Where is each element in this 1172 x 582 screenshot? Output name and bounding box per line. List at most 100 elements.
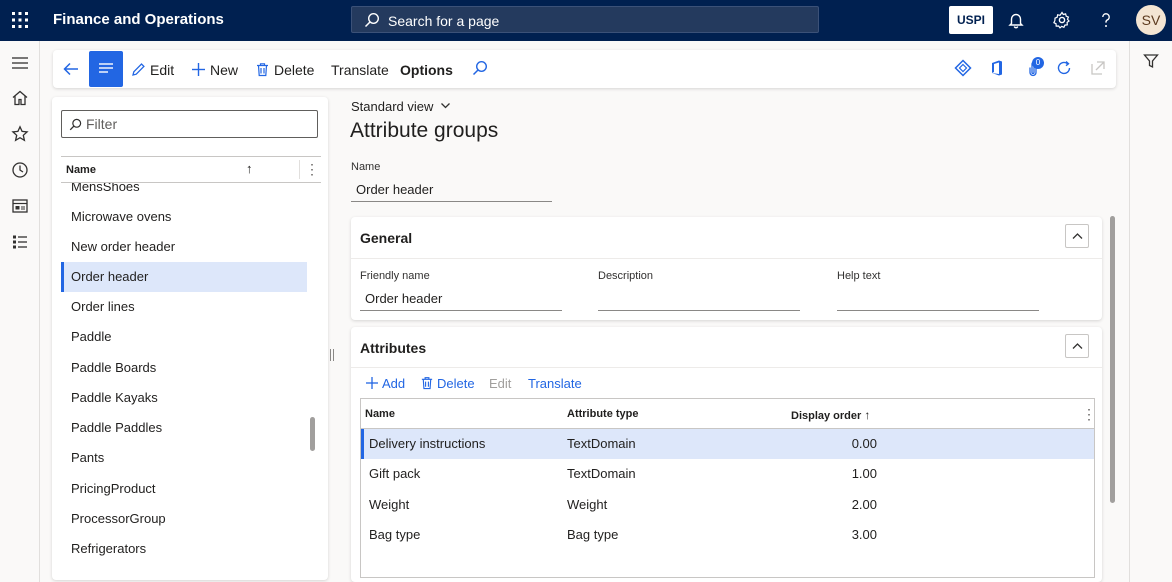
delete-attribute-button[interactable]: Delete [420,376,475,391]
global-search-box[interactable]: Search for a page [351,6,819,33]
friendly-name-field[interactable]: Order header [360,287,562,311]
list-item[interactable]: ProcessorGroup [61,504,307,534]
filter-box[interactable] [61,110,318,138]
list-item[interactable]: Refrigerators [61,534,307,564]
list-item[interactable]: Paddle Paddles [61,413,307,443]
modules-list-icon[interactable] [11,233,29,251]
name-column-header[interactable]: Name [66,164,96,176]
list-item[interactable]: Pants [61,443,307,473]
card-divider [351,258,1102,259]
sort-ascending-icon: ↑ [864,408,871,422]
hamburger-menu-icon[interactable] [11,54,29,72]
display-order-column-header[interactable]: Display order ↑ [791,408,870,422]
action-search-icon[interactable] [472,60,492,80]
list-grid-header: Name ↑ ⋮ [61,156,321,183]
list-item[interactable]: New order header [61,232,307,262]
app-launcher-icon[interactable] [10,10,30,30]
top-navigation-bar: Finance and Operations Search for a page… [0,0,1172,41]
more-options-icon[interactable]: ⋮ [305,161,319,178]
sort-ascending-icon[interactable]: ↑ [246,161,253,176]
new-label: New [210,62,239,78]
cell-order: 1.00 [851,466,877,481]
display-order-label: Display order [791,410,862,422]
view-selector[interactable]: Standard view [351,99,451,114]
name-field[interactable]: Order header [351,178,552,202]
attributes-collapse-button[interactable] [1065,334,1089,358]
back-arrow-icon[interactable] [61,59,81,79]
view-selector-label: Standard view [351,99,434,114]
recent-clock-icon[interactable] [11,161,29,179]
chevron-down-icon [441,103,450,109]
chevron-up-icon [1072,343,1083,349]
search-icon [364,12,380,31]
cell-type: TextDomain [567,466,636,481]
list-item[interactable]: Paddle Boards [61,353,307,383]
list-item[interactable]: Paddle Kayaks [61,383,307,413]
list-item-selected[interactable]: Order header [61,262,307,292]
cell-order: 0.00 [851,436,877,451]
translate-button[interactable]: Translate [331,61,389,79]
card-divider [351,367,1102,368]
pane-splitter-handle[interactable] [330,349,334,361]
company-picker[interactable]: USPI [949,6,993,34]
edit-attribute-button[interactable]: Edit [489,376,511,391]
details-scrollbar[interactable] [1110,216,1115,503]
attribute-type-column-header[interactable]: Attribute type [567,408,639,420]
list-item[interactable]: PricingProduct [61,474,307,504]
list-item[interactable]: Microwave ovens [61,202,307,232]
name-column-header[interactable]: Name [365,408,395,420]
filter-input[interactable] [86,115,306,133]
home-icon[interactable] [11,89,29,107]
name-label: Name [351,161,381,173]
list-pane: Name ↑ ⋮ MensShoes Microwave ovens New o… [52,97,328,580]
cell-name: Delivery instructions [369,436,486,451]
description-label: Description [598,270,654,282]
office-icon[interactable] [988,59,1008,79]
options-tab[interactable]: Options [400,61,453,79]
notification-bell-icon[interactable] [1006,10,1026,30]
help-text-field[interactable] [837,287,1039,311]
delete-label: Delete [437,376,475,391]
translate-attribute-button[interactable]: Translate [528,376,582,391]
list-item[interactable]: MensShoes [61,183,307,202]
description-field[interactable] [598,287,800,311]
list-scrollbar[interactable] [310,417,315,451]
attachments-count-badge: 0 [1032,57,1044,69]
list-lines-icon [99,63,113,73]
power-apps-diamond-icon[interactable] [954,59,974,79]
plus-icon [192,63,205,76]
list-item[interactable]: Paddle [61,322,307,352]
table-row[interactable]: Weight Weight 2.00 [361,490,1094,520]
cell-name: Bag type [369,527,421,542]
filter-search-icon [69,118,82,134]
favorites-star-icon[interactable] [11,125,29,143]
plus-icon [366,377,378,389]
edit-button[interactable]: Edit [131,61,174,79]
add-attribute-button[interactable]: Add [365,376,405,391]
help-text-label: Help text [837,270,881,282]
general-title[interactable]: General [360,230,412,246]
settings-gear-icon[interactable] [1052,10,1072,30]
open-in-new-window-icon[interactable] [1089,59,1109,79]
attributes-title[interactable]: Attributes [360,340,426,356]
cell-type: Weight [567,497,608,512]
list-item[interactable]: Order lines [61,292,307,322]
list-view-toggle[interactable] [89,51,123,87]
table-row[interactable]: Gift pack TextDomain 1.00 [361,459,1094,489]
search-placeholder: Search for a page [388,13,500,29]
attribute-group-list: MensShoes Microwave ovens New order head… [61,183,307,573]
app-title[interactable]: Finance and Operations [53,11,224,28]
help-icon[interactable] [1096,10,1116,30]
filter-funnel-icon[interactable] [1143,53,1159,72]
table-row[interactable]: Bag type Bag type 3.00 [361,520,1094,550]
attributes-grid-header: Name Attribute type Display order ↑ ⋮ [361,399,1096,429]
grid-more-options-icon[interactable]: ⋮ [1082,406,1096,423]
delete-button[interactable]: Delete [255,61,314,79]
user-avatar[interactable]: SV [1136,5,1166,35]
refresh-icon[interactable] [1055,59,1075,79]
new-button[interactable]: New [191,61,238,79]
table-row-selected[interactable]: Delivery instructions TextDomain 0.00 [361,429,1094,459]
workspaces-icon[interactable] [11,197,29,215]
cell-name: Gift pack [369,466,421,481]
general-collapse-button[interactable] [1065,224,1089,248]
